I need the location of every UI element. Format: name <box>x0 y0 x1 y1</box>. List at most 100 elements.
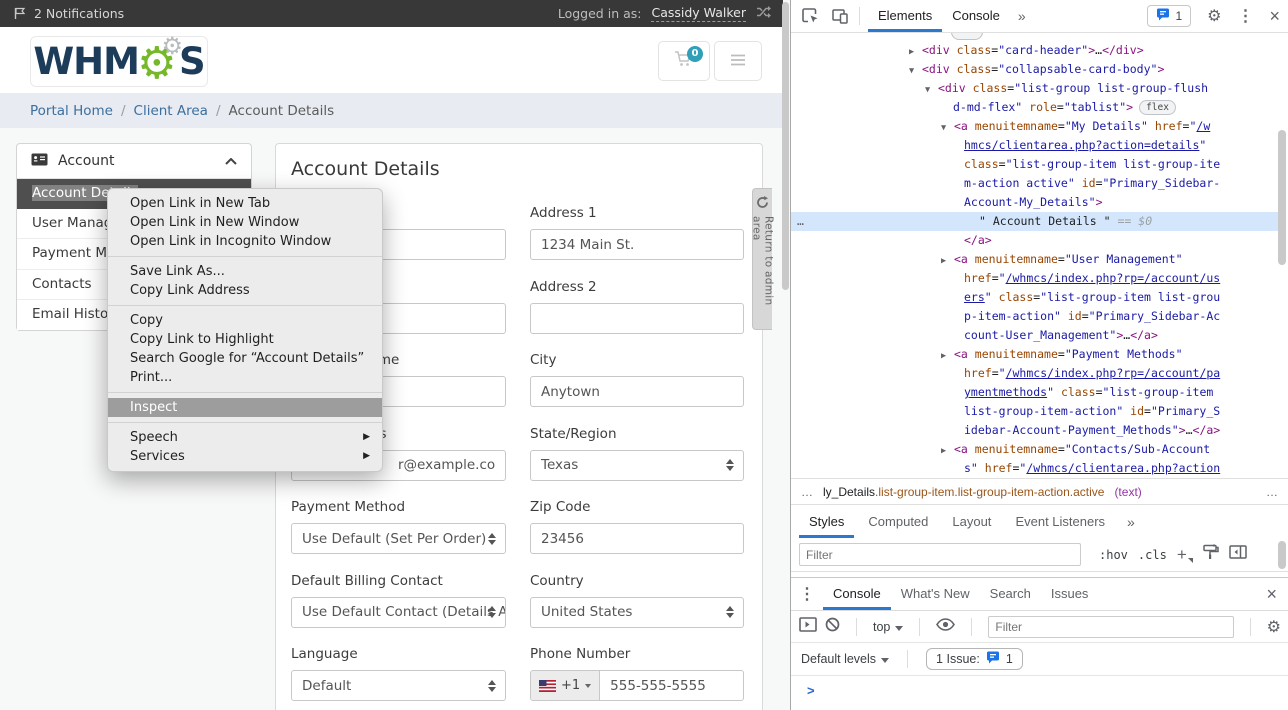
address-1-input[interactable] <box>530 229 744 260</box>
context-menu-item-copy-link-address[interactable]: Copy Link Address <box>108 281 382 300</box>
expand-arrow-icon[interactable]: ▶ <box>941 347 954 366</box>
eye-icon[interactable] <box>936 618 955 636</box>
dom-tree-line[interactable]: p-item-action" id="Primary_Sidebar-Ac <box>964 307 1220 326</box>
computed-panel-icon[interactable] <box>1229 545 1247 564</box>
styles-tab-event-listeners[interactable]: Event Listeners <box>1005 506 1115 538</box>
dom-tree-line[interactable]: href="/whmcs/index.php?rp=/account/pa <box>964 364 1220 383</box>
page-scrollbar[interactable] <box>782 2 789 290</box>
dom-tree-line[interactable]: s" href="/whmcs/clientarea.php?action <box>964 459 1220 478</box>
country-select[interactable]: United States <box>530 597 744 628</box>
expand-arrow-icon[interactable]: ▼ <box>909 62 922 81</box>
cart-button[interactable]: 0 <box>658 41 710 81</box>
dom-tree-line[interactable]: ▶<a menuitemname="Contacts/Sub-Account <box>941 440 1210 461</box>
gear-icon[interactable]: ⚙ <box>1267 617 1281 637</box>
breadcrumb-client-area[interactable]: Client Area <box>134 103 208 119</box>
styles-tab-layout[interactable]: Layout <box>942 506 1001 538</box>
dom-tree-line[interactable]: ymentmethods" class="list-group-item <box>964 383 1213 402</box>
kebab-menu-icon[interactable]: ⋮ <box>1237 6 1253 26</box>
device-toolbar-icon[interactable] <box>829 6 851 26</box>
dom-tree-line[interactable]: ▶<div class="card-header">…</div> <box>909 41 1144 62</box>
return-to-admin-tab[interactable]: Return to admin area <box>752 188 772 330</box>
issues-counter[interactable]: 1 <box>1147 5 1191 27</box>
phone-number-input[interactable]: +1555-555-5555 <box>530 670 744 701</box>
crumb-text-node[interactable]: (text) <box>1114 485 1141 499</box>
zip-code-input[interactable] <box>530 523 744 554</box>
close-icon[interactable]: × <box>1269 6 1280 27</box>
selected-element-crumb[interactable]: ly_Details.list-group-item.list-group-it… <box>823 485 1104 499</box>
dom-tree-scrollbar[interactable] <box>1278 130 1286 265</box>
sidebar-header[interactable]: Account <box>17 144 251 179</box>
dom-tree-line[interactable]: ▼<div class="collapsable-card-body"> <box>909 60 1164 81</box>
context-menu-item-inspect[interactable]: Inspect <box>108 398 382 417</box>
devtools-tab-console[interactable]: Console <box>942 0 1010 32</box>
inspect-element-icon[interactable] <box>799 6 821 26</box>
dom-tree-line[interactable]: hmcs/clientarea.php?action=details" <box>964 136 1206 155</box>
logged-in-user-link[interactable]: Cassidy Walker <box>651 5 746 22</box>
state-region-select[interactable]: Texas <box>530 450 744 481</box>
drawer-tab-search[interactable]: Search <box>980 578 1041 610</box>
dom-tree-line[interactable]: ▼<a menuitemname="My Details" href="/w <box>941 117 1210 138</box>
styles-scrollbar[interactable] <box>1278 541 1286 569</box>
console-issue-badge[interactable]: 1 Issue: 1 <box>926 648 1023 670</box>
more-tabs-icon[interactable]: » <box>1010 8 1034 24</box>
dom-tree-line[interactable]: m-action active" id="Primary_Sidebar- <box>964 174 1220 193</box>
context-menu-item-copy[interactable]: Copy <box>108 311 382 330</box>
log-levels-dropdown[interactable]: Default levels <box>801 652 889 666</box>
address-2-input[interactable] <box>530 303 744 334</box>
dom-tree-line[interactable]: </a> <box>964 231 992 250</box>
new-style-rule-button[interactable]: + <box>1177 545 1192 565</box>
language-select[interactable]: Default <box>291 670 506 701</box>
paint-icon[interactable] <box>1202 544 1219 565</box>
expand-arrow-icon[interactable]: ▼ <box>941 119 954 138</box>
console-prompt-chevron[interactable]: > <box>807 683 815 698</box>
dom-tree-line[interactable]: href="/whmcs/index.php?rp=/account/us <box>964 269 1220 288</box>
clear-console-icon[interactable] <box>825 617 840 637</box>
context-menu-item-open-link-in-new-tab[interactable]: Open Link in New Tab <box>108 194 382 213</box>
default-billing-contact-select[interactable]: Use Default Contact (Details Al <box>291 597 506 628</box>
dom-tree-line[interactable]: Account-My_Details"> <box>964 193 1103 212</box>
dom-tree-line[interactable]: list-group-item-action" id="Primary_S <box>964 402 1220 421</box>
crumbs-overflow-left[interactable]: … <box>801 485 813 499</box>
more-tabs-icon[interactable]: » <box>1119 514 1143 530</box>
dom-tree-line[interactable]: ▶<a menuitemname="User Management" <box>941 250 1183 271</box>
dom-tree-line[interactable]: class="list-group-item list-group-ite <box>964 155 1220 174</box>
expand-arrow-icon[interactable]: ▶ <box>941 252 954 271</box>
styles-filter-input[interactable] <box>799 543 1081 566</box>
context-menu-item-search-google-for-account-details[interactable]: Search Google for “Account Details” <box>108 349 382 368</box>
toggle-hover-state[interactable]: :hov <box>1099 548 1128 562</box>
dom-tree-line[interactable]: d-md-flex" role="tablist">flex <box>953 98 1176 117</box>
payment-method-select[interactable]: Use Default (Set Per Order) <box>291 523 506 554</box>
context-menu-item-open-link-in-new-window[interactable]: Open Link in New Window <box>108 213 382 232</box>
close-icon[interactable]: × <box>1266 584 1277 605</box>
elements-dom-tree[interactable]: ▶<div class="card-header">…</div>▼<div c… <box>791 33 1288 478</box>
context-menu-item-speech[interactable]: Speech▶ <box>108 428 382 447</box>
crumbs-overflow-right[interactable]: … <box>1266 485 1278 499</box>
dom-tree-line[interactable]: ers" class="list-group-item list-grou <box>964 288 1220 307</box>
phone-country-prefix[interactable]: +1 <box>531 671 600 700</box>
dom-tree-line[interactable]: " Account Details " == $0 <box>979 212 1152 231</box>
devtools-tab-elements[interactable]: Elements <box>868 0 942 32</box>
context-menu-item-print[interactable]: Print... <box>108 368 382 387</box>
execution-context-selector[interactable]: top <box>873 620 903 634</box>
gear-icon[interactable]: ⚙ <box>1207 6 1221 26</box>
console-sidebar-icon[interactable] <box>799 617 817 637</box>
drawer-tab-issues[interactable]: Issues <box>1041 578 1099 610</box>
whmcs-logo[interactable]: WHM ⚙⚙ S <box>30 36 208 87</box>
node-gutter-dots[interactable]: … <box>797 212 805 231</box>
drawer-tab-what-s-new[interactable]: What's New <box>891 578 980 610</box>
breadcrumb-portal-home[interactable]: Portal Home <box>30 103 113 119</box>
dom-tree-line[interactable]: count-User_Management">…</a> <box>964 326 1158 345</box>
console-filter-input[interactable] <box>988 616 1234 638</box>
context-menu-item-save-link-as[interactable]: Save Link As... <box>108 262 382 281</box>
flex-badge[interactable]: flex <box>1139 100 1176 115</box>
styles-tab-styles[interactable]: Styles <box>799 506 854 538</box>
expand-arrow-icon[interactable]: ▼ <box>925 81 938 100</box>
expand-arrow-icon[interactable]: ▶ <box>941 442 954 461</box>
hamburger-menu-button[interactable] <box>714 41 762 81</box>
dom-tree-line[interactable]: idebar-Account-Payment_Methods">…</a> <box>964 421 1220 440</box>
context-menu-item-open-link-in-incognito-window[interactable]: Open Link in Incognito Window <box>108 232 382 251</box>
dom-tree-line[interactable]: ▼<div class="list-group list-group-flush <box>925 79 1208 100</box>
styles-tab-computed[interactable]: Computed <box>858 506 938 538</box>
notifications-link[interactable]: 2 Notifications <box>34 6 124 21</box>
drawer-tab-console[interactable]: Console <box>823 578 891 610</box>
